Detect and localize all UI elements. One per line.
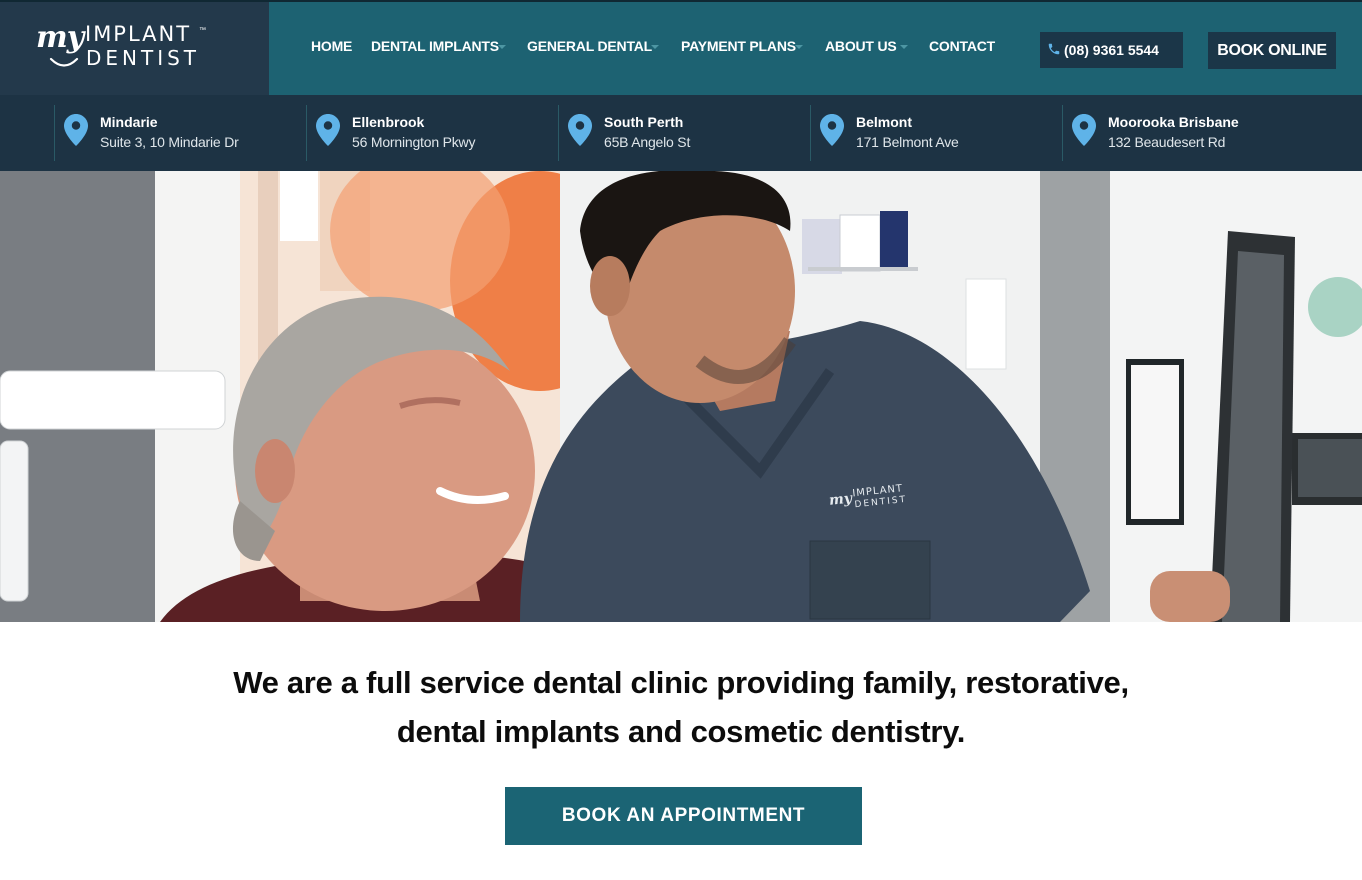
location-moorooka-brisbane[interactable]: Moorooka Brisbane 132 Beaudesert Rd bbox=[1062, 105, 1322, 161]
site-logo[interactable]: my IMPLANT ™ DENTIST bbox=[0, 2, 269, 95]
caret-down-icon bbox=[651, 45, 659, 49]
location-ellenbrook[interactable]: Ellenbrook 56 Mornington Pkwy bbox=[306, 105, 558, 161]
intro-line-2: dental implants and cosmetic dentistry. bbox=[396, 714, 966, 749]
location-south-perth[interactable]: South Perth 65B Angelo St bbox=[558, 105, 810, 161]
location-name: Moorooka Brisbane bbox=[1108, 114, 1239, 130]
logo-my-text: my bbox=[36, 20, 84, 55]
map-pin-icon bbox=[1072, 114, 1096, 146]
location-mindarie[interactable]: Mindarie Suite 3, 10 Mindarie Dr bbox=[54, 105, 306, 161]
phone-icon bbox=[1048, 43, 1060, 55]
nav-about-us-label: ABOUT US bbox=[825, 38, 897, 54]
nav-dental-implants[interactable]: DENTAL IMPLANTS bbox=[371, 38, 499, 54]
logo-dentist-text: DENTIST bbox=[86, 46, 201, 70]
intro-section: We are a full service dental clinic prov… bbox=[0, 658, 1362, 756]
location-address: Suite 3, 10 Mindarie Dr bbox=[100, 134, 239, 150]
location-address: 56 Mornington Pkwy bbox=[352, 134, 476, 150]
nav-contact-label: CONTACT bbox=[929, 38, 995, 54]
nav-general-dental[interactable]: GENERAL DENTAL bbox=[527, 38, 652, 54]
location-name: Ellenbrook bbox=[352, 114, 425, 130]
location-name: South Perth bbox=[604, 114, 684, 130]
hero-image: my IMPLANT DENTIST bbox=[0, 171, 1362, 622]
logo-smile-icon bbox=[49, 57, 79, 67]
location-address: 65B Angelo St bbox=[604, 134, 691, 150]
nav-payment-plans-label: PAYMENT PLANS bbox=[681, 38, 796, 54]
location-address: 171 Belmont Ave bbox=[856, 134, 959, 150]
logo-trademark: ™ bbox=[199, 27, 206, 34]
location-address: 132 Beaudesert Rd bbox=[1108, 134, 1226, 150]
map-pin-icon bbox=[64, 114, 88, 146]
nav-general-dental-label: GENERAL DENTAL bbox=[527, 38, 653, 54]
logo-implant-text: IMPLANT bbox=[85, 22, 192, 46]
hero-photo-illustration bbox=[0, 171, 1362, 622]
phone-number: (08) 9361 5544 bbox=[1064, 42, 1159, 58]
locations-bar: Mindarie Suite 3, 10 Mindarie Dr Ellenbr… bbox=[0, 95, 1362, 171]
location-name: Mindarie bbox=[100, 114, 158, 130]
book-appointment-button[interactable]: BOOK AN APPOINTMENT bbox=[505, 787, 862, 845]
scrubs-logo-my: my bbox=[828, 490, 853, 509]
caret-down-icon bbox=[900, 45, 908, 49]
phone-button[interactable]: (08) 9361 5544 bbox=[1040, 32, 1183, 68]
caret-down-icon bbox=[795, 45, 803, 49]
nav-about-us[interactable]: ABOUT US bbox=[825, 38, 897, 54]
map-pin-icon bbox=[568, 114, 592, 146]
nav-dental-implants-label: DENTAL IMPLANTS bbox=[371, 38, 499, 54]
nav-home[interactable]: HOME bbox=[311, 38, 352, 54]
book-online-button[interactable]: BOOK ONLINE bbox=[1208, 32, 1336, 69]
nav-payment-plans[interactable]: PAYMENT PLANS bbox=[681, 38, 796, 54]
nav-contact[interactable]: CONTACT bbox=[929, 38, 995, 54]
location-name: Belmont bbox=[856, 114, 912, 130]
map-pin-icon bbox=[316, 114, 340, 146]
caret-down-icon bbox=[498, 45, 506, 49]
intro-line-1: We are a full service dental clinic prov… bbox=[233, 665, 1129, 700]
nav-home-label: HOME bbox=[311, 38, 353, 54]
location-belmont[interactable]: Belmont 171 Belmont Ave bbox=[810, 105, 1062, 161]
site-header: my IMPLANT ™ DENTIST HOME DENTAL IMPLANT… bbox=[0, 0, 1362, 95]
map-pin-icon bbox=[820, 114, 844, 146]
